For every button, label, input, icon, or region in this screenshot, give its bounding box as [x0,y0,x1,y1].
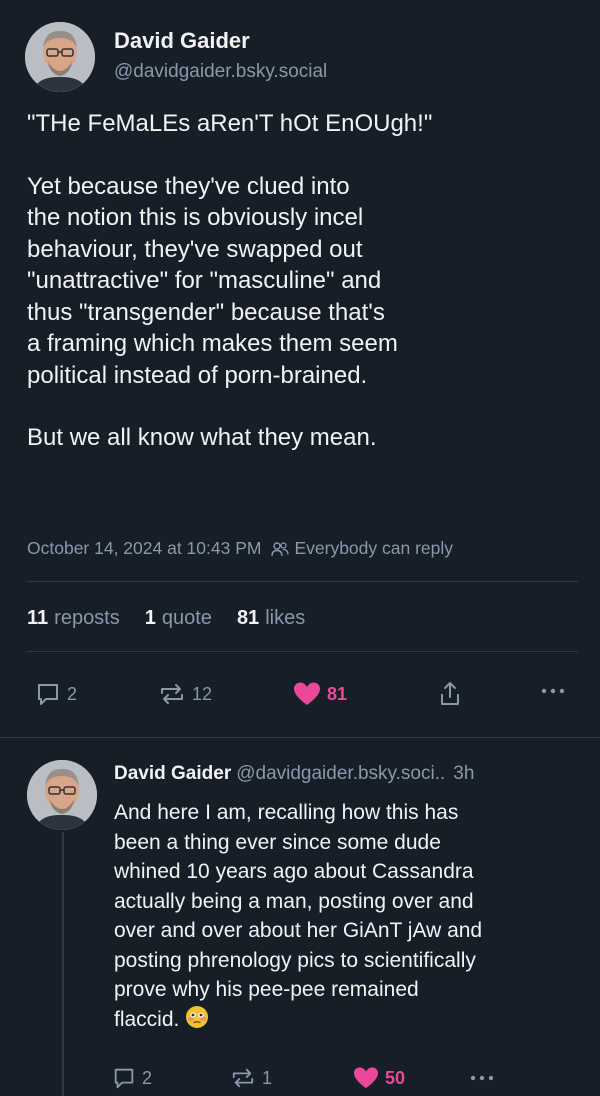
reply-like-count: 50 [385,1067,406,1088]
author-name[interactable]: David Gaider [114,28,250,54]
reply-avatar[interactable] [27,760,97,830]
post-stats: 11 reposts 1 quote 81 likes [27,607,330,630]
like-count: 81 [327,683,348,704]
ellipsis-icon [541,688,565,694]
people-icon [271,541,290,556]
post-paragraph: Yet because they've clued into the notio… [27,172,398,389]
avatar[interactable] [25,22,95,92]
repost-icon [232,1068,254,1088]
repost-icon [161,684,183,704]
post-body: "THe FeMaLEs aRen'T hOt EnOUgh!" Yet bec… [27,108,587,485]
avatar-photo [25,22,95,92]
reply-repost-button[interactable]: 1 [230,1066,272,1090]
comment-icon [38,684,58,705]
ellipsis-icon [470,1075,494,1081]
reply-time[interactable]: 3h [453,763,474,784]
post-paragraph: "THe FeMaLEs aRen'T hOt EnOUgh!" [27,110,433,137]
divider [0,737,600,738]
thread-line [62,832,64,1096]
reply-author-name[interactable]: David Gaider [114,763,231,784]
reposts-label: reposts [54,607,120,629]
quotes-count: 1 [144,607,156,629]
reply-actions: 2 1 50 [0,1064,600,1094]
heart-filled-icon [354,1067,378,1089]
likes-label: likes [265,607,306,629]
author-handle[interactable]: @davidgaider.bsky.social [114,61,327,83]
post-timestamp[interactable]: October 14, 2024 at 10:43 PM [27,538,261,559]
flushed-face-icon [185,1005,209,1038]
repost-button[interactable]: 12 [158,681,212,707]
reply-author-handle[interactable]: @davidgaider.bsky.soci.. [236,763,445,784]
reply-repost-count: 1 [262,1067,273,1088]
reply-like-button[interactable]: 50 [353,1066,405,1090]
reply-count: 2 [67,683,78,704]
reposts-stat[interactable]: 11 reposts [27,607,120,630]
repost-count: 12 [192,683,213,704]
reply-button[interactable]: 2 [35,681,77,707]
quotes-label: quote [161,607,212,629]
reply-header: David Gaider @davidgaider.bsky.soci.. 3h [114,763,474,785]
reposts-count: 11 [27,607,49,629]
share-icon [441,682,459,705]
avatar-photo [27,760,97,830]
comment-icon [114,1068,134,1089]
heart-filled-icon [294,682,320,705]
divider [27,581,578,582]
reply-reply-button[interactable]: 2 [112,1066,152,1090]
like-button[interactable]: 81 [293,681,347,707]
post-paragraph: But we all know what they mean. [27,424,377,451]
share-button[interactable] [437,680,463,708]
quotes-stat[interactable]: 1 quote [145,607,212,630]
post-meta: October 14, 2024 at 10:43 PM Everybody c… [27,538,453,559]
more-options-button[interactable] [541,687,565,695]
reply-body: And here I am, recalling how this has be… [114,798,584,1037]
reply-text: And here I am, recalling how this has be… [114,801,483,1031]
post-actions: 2 12 81 [0,677,600,713]
divider [27,651,578,652]
likes-count: 81 [236,607,260,629]
likes-stat[interactable]: 81 likes [237,607,305,630]
reply-more-options-button[interactable] [470,1074,494,1082]
reply-setting-label: Everybody can reply [294,538,454,558]
reply-reply-count: 2 [142,1067,153,1088]
reply-setting: Everybody can reply [271,538,453,559]
